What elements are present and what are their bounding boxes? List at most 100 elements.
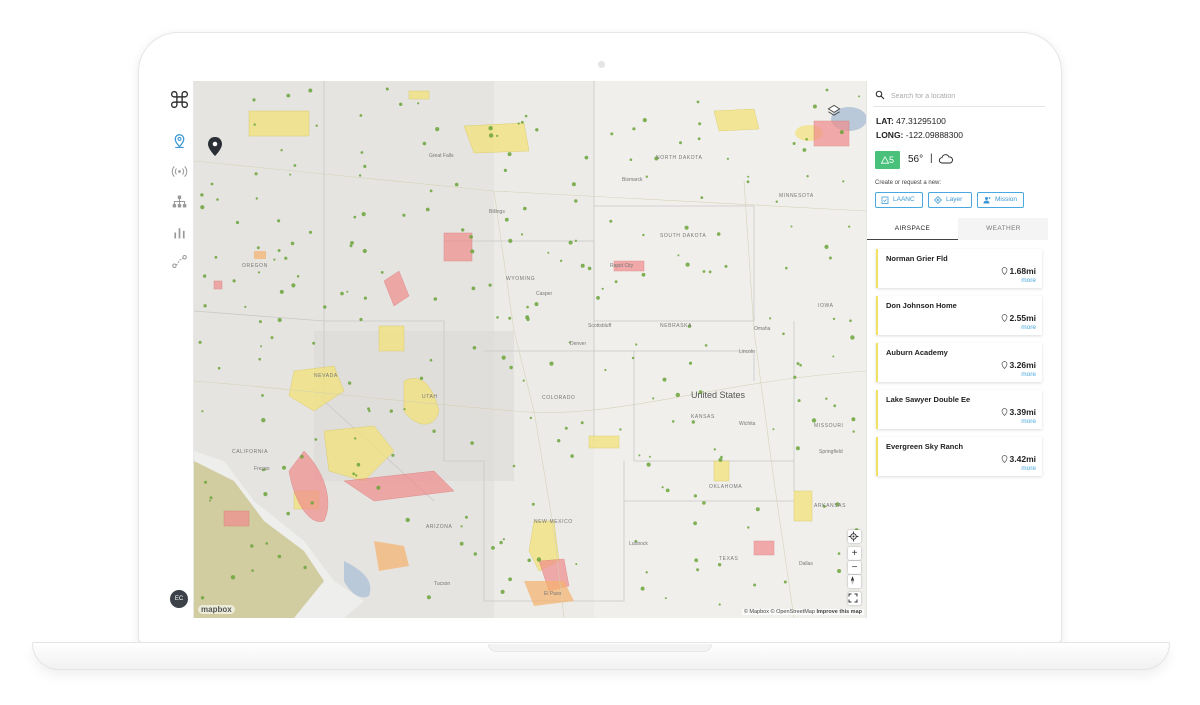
airport-dot[interactable] xyxy=(503,168,507,172)
airport-dot[interactable] xyxy=(700,196,704,199)
airport-dot[interactable] xyxy=(716,232,721,236)
airport-dot[interactable] xyxy=(257,271,261,274)
airport-dot[interactable] xyxy=(277,317,282,323)
list-item[interactable]: Auburn Academy 3.26mi more xyxy=(876,343,1042,382)
airport-dot[interactable] xyxy=(790,225,793,228)
airport-dot[interactable] xyxy=(260,345,263,348)
airport-dot[interactable] xyxy=(713,448,716,451)
airport-dot[interactable] xyxy=(641,272,646,277)
airport-dot[interactable] xyxy=(825,397,828,400)
airport-dot[interactable] xyxy=(296,275,300,278)
search-input[interactable] xyxy=(891,90,1041,102)
airport-dot[interactable] xyxy=(473,552,477,556)
airport-dot[interactable] xyxy=(346,290,349,293)
airport-dot[interactable] xyxy=(811,418,817,423)
airport-dot[interactable] xyxy=(698,122,702,126)
airport-dot[interactable] xyxy=(500,589,505,594)
airport-dot[interactable] xyxy=(693,494,697,498)
airport-dot[interactable] xyxy=(694,558,699,563)
airport-dot[interactable] xyxy=(507,152,512,157)
airport-dot[interactable] xyxy=(549,361,554,366)
airport-dot[interactable] xyxy=(470,249,475,254)
airport-dot[interactable] xyxy=(461,228,465,232)
airport-dot[interactable] xyxy=(580,421,584,425)
airport-dot[interactable] xyxy=(353,215,357,219)
airport-dot[interactable] xyxy=(675,392,680,398)
airport-dot[interactable] xyxy=(795,446,800,451)
airport-dot[interactable] xyxy=(293,164,297,167)
map-canvas[interactable] xyxy=(194,81,866,618)
airport-dot[interactable] xyxy=(201,410,204,413)
improve-map-link[interactable]: Improve this map xyxy=(816,609,862,615)
airport-dot[interactable] xyxy=(799,363,802,367)
airport-dot[interactable] xyxy=(454,182,459,187)
laanc-button[interactable]: LAANC xyxy=(875,192,923,208)
airport-dot[interactable] xyxy=(290,241,295,246)
airport-dot[interactable] xyxy=(362,248,367,254)
airport-dot[interactable] xyxy=(604,368,607,372)
airport-dot[interactable] xyxy=(508,577,512,582)
airport-dot[interactable] xyxy=(646,462,651,467)
more-link[interactable]: more xyxy=(1021,418,1036,425)
airport-dot[interactable] xyxy=(282,465,286,470)
airport-dot[interactable] xyxy=(244,305,247,308)
airport-dot[interactable] xyxy=(851,417,856,422)
zoom-in-button[interactable]: + xyxy=(848,547,861,560)
airport-dot[interactable] xyxy=(214,255,218,259)
airport-dot[interactable] xyxy=(828,256,832,260)
airport-dot[interactable] xyxy=(303,565,307,570)
airport-dot[interactable] xyxy=(837,569,842,573)
airport-dot[interactable] xyxy=(286,511,290,516)
airport-dot[interactable] xyxy=(726,157,730,160)
airport-dot[interactable] xyxy=(312,341,316,345)
airport-dot[interactable] xyxy=(391,453,395,457)
airport-dot[interactable] xyxy=(574,239,578,242)
airport-dot[interactable] xyxy=(496,316,499,319)
airport-dot[interactable] xyxy=(640,586,645,591)
airport-dot[interactable] xyxy=(671,420,675,423)
airport-dot[interactable] xyxy=(358,174,362,177)
airport-dot[interactable] xyxy=(638,454,641,457)
airport-dot[interactable] xyxy=(848,225,851,228)
airport-dot[interactable] xyxy=(352,472,356,476)
airport-dot[interactable] xyxy=(425,207,430,212)
airport-dot[interactable] xyxy=(261,394,264,397)
airport-dot[interactable] xyxy=(797,399,801,403)
fullscreen-button[interactable] xyxy=(848,592,861,605)
airport-dot[interactable] xyxy=(704,344,708,347)
airport-dot[interactable] xyxy=(580,263,585,268)
avatar[interactable]: EC xyxy=(170,590,188,608)
airport-dot[interactable] xyxy=(512,464,516,468)
airport-dot[interactable] xyxy=(769,317,772,320)
airport-dot[interactable] xyxy=(785,266,788,270)
airport-dot[interactable] xyxy=(812,104,817,109)
airport-dot[interactable] xyxy=(355,474,358,477)
compass-button[interactable] xyxy=(848,575,861,588)
airport-dot[interactable] xyxy=(501,355,506,360)
airport-dot[interactable] xyxy=(491,546,495,550)
airport-dot[interactable] xyxy=(661,486,664,489)
airport-dot[interactable] xyxy=(363,296,367,300)
airport-dot[interactable] xyxy=(361,212,366,217)
layers-icon[interactable] xyxy=(827,104,841,118)
airport-dot[interactable] xyxy=(254,172,258,176)
airport-dot[interactable] xyxy=(747,175,750,178)
tab-airspace[interactable]: AIRSPACE xyxy=(867,218,958,240)
location-icon[interactable] xyxy=(171,133,188,150)
airport-dot[interactable] xyxy=(350,241,354,245)
airport-dot[interactable] xyxy=(508,316,512,320)
airport-dot[interactable] xyxy=(198,340,202,344)
airport-dot[interactable] xyxy=(648,455,651,458)
airport-dot[interactable] xyxy=(842,180,845,183)
airport-dot[interactable] xyxy=(368,409,371,413)
airport-dot[interactable] xyxy=(235,220,240,225)
airport-dot[interactable] xyxy=(691,420,695,424)
command-logo-icon[interactable] xyxy=(169,89,190,110)
airport-dot[interactable] xyxy=(470,441,474,445)
mission-button[interactable]: Mission xyxy=(977,192,1024,208)
airport-dot[interactable] xyxy=(359,317,363,322)
airport-dot[interactable] xyxy=(277,219,281,223)
airport-dot[interactable] xyxy=(568,240,573,245)
airport-dot[interactable] xyxy=(833,404,837,408)
mapbox-logo[interactable]: mapbox xyxy=(198,605,235,614)
